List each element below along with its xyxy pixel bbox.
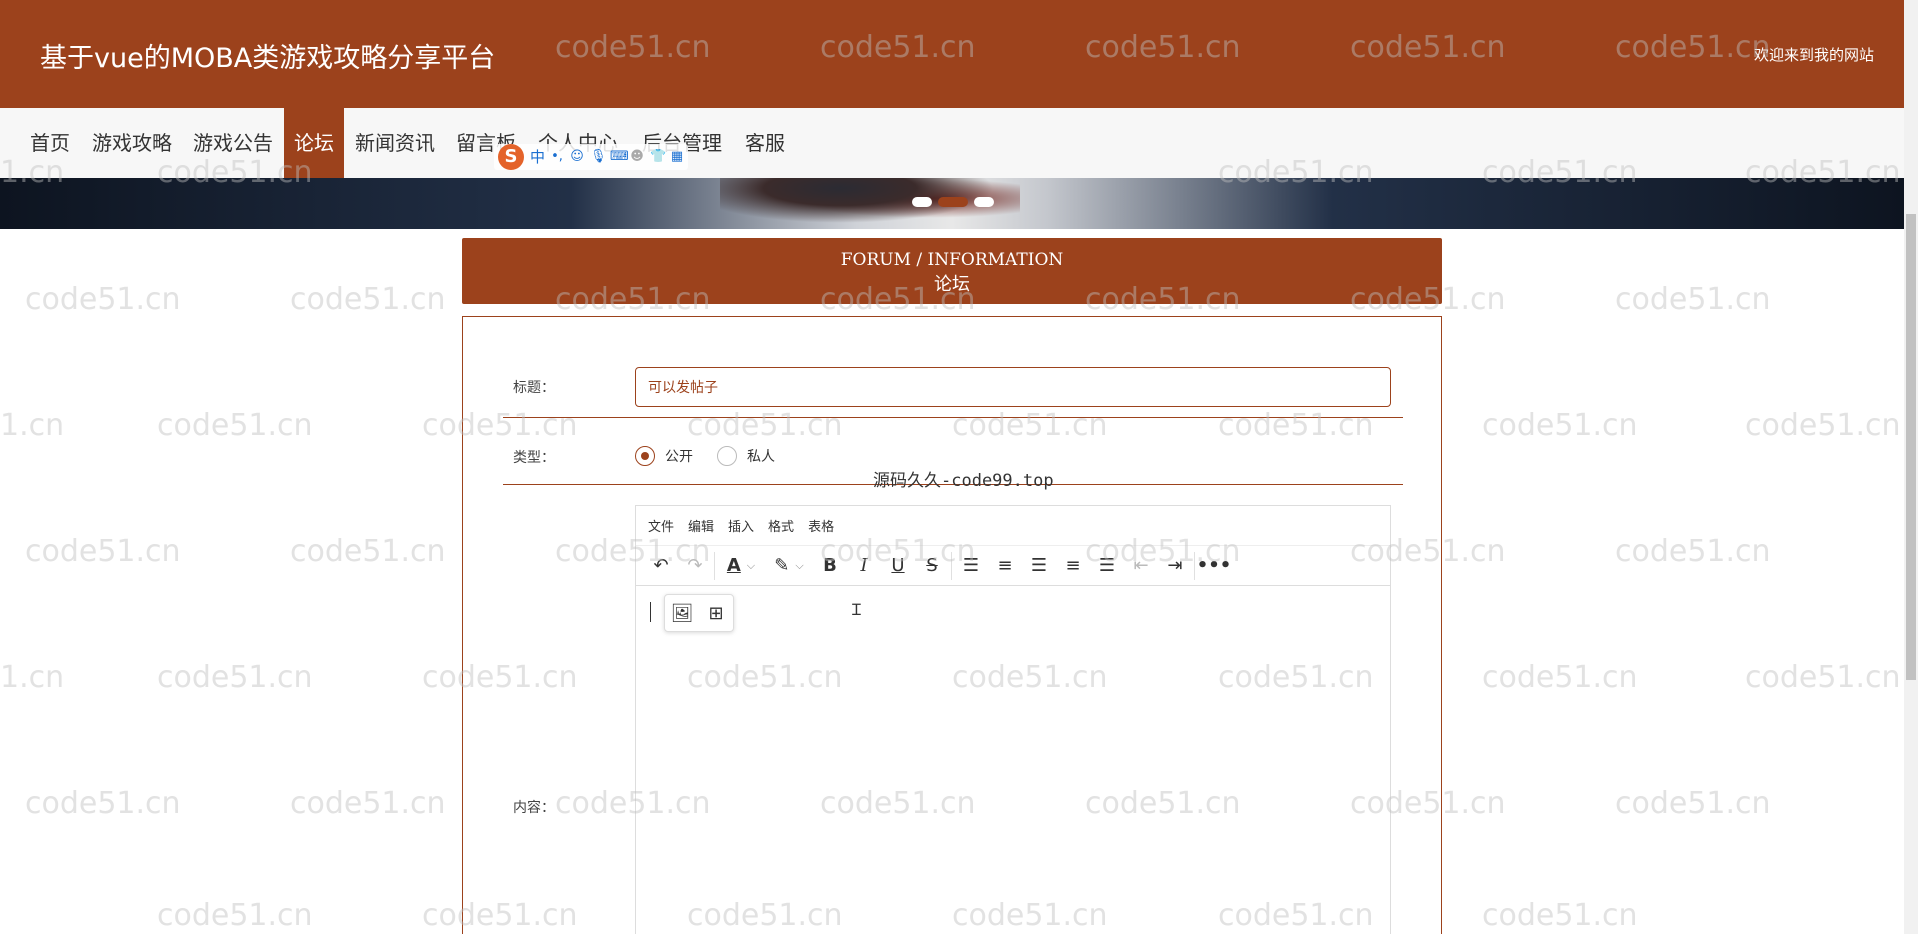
forum-heading-en: FORUM / INFORMATION — [840, 250, 1064, 270]
image-icon[interactable]: 🖼 — [665, 596, 699, 630]
indent-icon[interactable]: ⇥ — [1158, 549, 1192, 583]
watermark: code51.cn — [290, 534, 446, 569]
menu-file[interactable]: 文件 — [648, 516, 674, 535]
watermark: 1.cn — [0, 408, 65, 443]
user-icon[interactable]: ☻ — [630, 150, 644, 164]
type-radio-public[interactable]: 公开 — [635, 446, 693, 466]
site-header: 基于vue的MOBA类游戏攻略分享平台 欢迎来到我的网站 — [0, 0, 1904, 108]
toolbar-separator — [1194, 551, 1195, 580]
page-scrollbar[interactable] — [1904, 0, 1918, 934]
editor-menubar: 文件 编辑 插入 格式 表格 — [636, 506, 1390, 546]
carousel-dot-1[interactable] — [912, 197, 932, 207]
watermark: code51.cn — [157, 660, 313, 695]
align-justify-icon[interactable]: ☰ — [1090, 549, 1124, 583]
skin-icon[interactable]: 👕 — [650, 150, 666, 164]
watermark-secondary: 源码久久-code99.top — [873, 471, 1054, 491]
editor-content-area[interactable]: 🖼 ⊞ Ɪ — [636, 586, 1390, 934]
watermark: code51.cn — [157, 898, 313, 933]
chevron-down-icon[interactable]: ⌵ — [747, 559, 755, 573]
carousel-dot-2[interactable] — [938, 197, 968, 207]
welcome-text: 欢迎来到我的网站 — [1753, 46, 1874, 64]
radio-checked-icon[interactable] — [635, 446, 655, 466]
microphone-icon[interactable]: 🎙 — [590, 150, 607, 164]
more-icon[interactable]: ••• — [1197, 549, 1232, 583]
watermark: code51.cn — [1745, 408, 1901, 443]
title-label: 标题： — [513, 380, 555, 396]
nav-item-home[interactable]: 首页 — [20, 108, 80, 178]
nav-item-customer-service[interactable]: 客服 — [735, 108, 795, 178]
menu-table[interactable]: 表格 — [808, 516, 834, 535]
quick-insert-toolbar: 🖼 ⊞ — [664, 594, 734, 632]
post-form: 标题： 类型： 公开 私人 内容： 文件 编辑 插入 格式 表格 ↶ ↷ A⌵ … — [462, 316, 1442, 934]
menu-insert[interactable]: 插入 — [728, 516, 754, 535]
nav-item-forum[interactable]: 论坛 — [284, 108, 344, 178]
watermark: code51.cn — [1615, 282, 1771, 317]
watermark: code51.cn — [25, 534, 181, 569]
italic-icon[interactable]: I — [847, 549, 881, 583]
ime-mode[interactable]: 中 — [530, 150, 545, 165]
watermark: code51.cn — [1482, 898, 1638, 933]
redo-icon[interactable]: ↷ — [678, 549, 712, 583]
forum-heading-cn: 论坛 — [934, 274, 970, 295]
keyboard-icon[interactable]: ⌨ — [610, 150, 629, 164]
carousel-indicators — [912, 197, 994, 207]
highlight-icon[interactable]: ✎ ⌵ — [765, 555, 813, 576]
watermark: code51.cn — [1745, 660, 1901, 695]
radio-unchecked-icon[interactable] — [717, 446, 737, 466]
watermark: code51.cn — [290, 282, 446, 317]
strikethrough-icon[interactable]: S — [915, 549, 949, 583]
ibeam-cursor-icon: Ɪ — [852, 600, 861, 619]
align-center-icon[interactable]: ☰ — [1022, 549, 1056, 583]
undo-icon[interactable]: ↶ — [644, 549, 678, 583]
ime-punct[interactable]: •, — [550, 150, 564, 164]
watermark: code51.cn — [1482, 408, 1638, 443]
watermark: 1.cn — [0, 660, 65, 695]
title-input[interactable] — [635, 367, 1391, 407]
type-radio-public-label: 公开 — [665, 449, 693, 465]
ime-logo-icon[interactable]: S — [498, 144, 524, 170]
watermark: code51.cn — [1482, 660, 1638, 695]
carousel-dot-3[interactable] — [974, 197, 994, 207]
table-icon[interactable]: ⊞ — [699, 596, 733, 630]
underline-icon[interactable]: U — [881, 549, 915, 583]
outdent-icon[interactable]: ⇤ — [1124, 549, 1158, 583]
content-label: 内容： — [513, 800, 555, 816]
type-radio-private-label: 私人 — [747, 449, 775, 465]
align-left-icon[interactable]: ≡ — [988, 549, 1022, 583]
watermark: code51.cn — [1615, 534, 1771, 569]
line-height-icon[interactable]: ☰ — [954, 549, 988, 583]
form-divider — [503, 417, 1403, 418]
toolbar-separator — [714, 551, 715, 580]
menu-edit[interactable]: 编辑 — [688, 516, 714, 535]
ime-toolbar[interactable]: S 中 •, ☺ 🎙 ⌨ ☻ 👕 ▦ — [494, 144, 688, 170]
watermark: code51.cn — [1615, 786, 1771, 821]
main-nav: 首页 游戏攻略 游戏公告 论坛 新闻资讯 留言板 个人中心 后台管理 客服 — [0, 108, 1904, 178]
watermark: code51.cn — [25, 282, 181, 317]
bold-icon[interactable]: B — [813, 549, 847, 583]
text-color-icon[interactable]: A ⌵ — [717, 555, 765, 576]
align-right-icon[interactable]: ≡ — [1056, 549, 1090, 583]
grid-icon[interactable]: ▦ — [670, 150, 684, 164]
watermark: code51.cn — [157, 408, 313, 443]
type-radio-private[interactable]: 私人 — [717, 446, 775, 466]
watermark: code51.cn — [290, 786, 446, 821]
nav-item-guides[interactable]: 游戏攻略 — [82, 108, 182, 178]
toolbar-separator — [951, 551, 952, 580]
rich-text-editor: 文件 编辑 插入 格式 表格 ↶ ↷ A ⌵ ✎ ⌵ B I U S ☰ ≡ ☰ ≡… — [635, 505, 1391, 934]
scrollbar-thumb[interactable] — [1906, 214, 1916, 680]
type-label: 类型： — [513, 450, 555, 466]
site-title[interactable]: 基于vue的MOBA类游戏攻略分享平台 — [40, 36, 495, 75]
chevron-down-icon[interactable]: ⌵ — [795, 559, 803, 573]
forum-heading: FORUM / INFORMATION 论坛 — [462, 238, 1442, 304]
menu-format[interactable]: 格式 — [768, 516, 794, 535]
nav-item-news[interactable]: 新闻资讯 — [345, 108, 445, 178]
smiley-icon[interactable]: ☺ — [570, 150, 584, 164]
watermark: code51.cn — [25, 786, 181, 821]
editor-toolbar: ↶ ↷ A ⌵ ✎ ⌵ B I U S ☰ ≡ ☰ ≡ ☰ ⇤ ⇥ ••• — [636, 546, 1390, 586]
text-cursor — [650, 602, 651, 622]
nav-item-announcements[interactable]: 游戏公告 — [183, 108, 283, 178]
